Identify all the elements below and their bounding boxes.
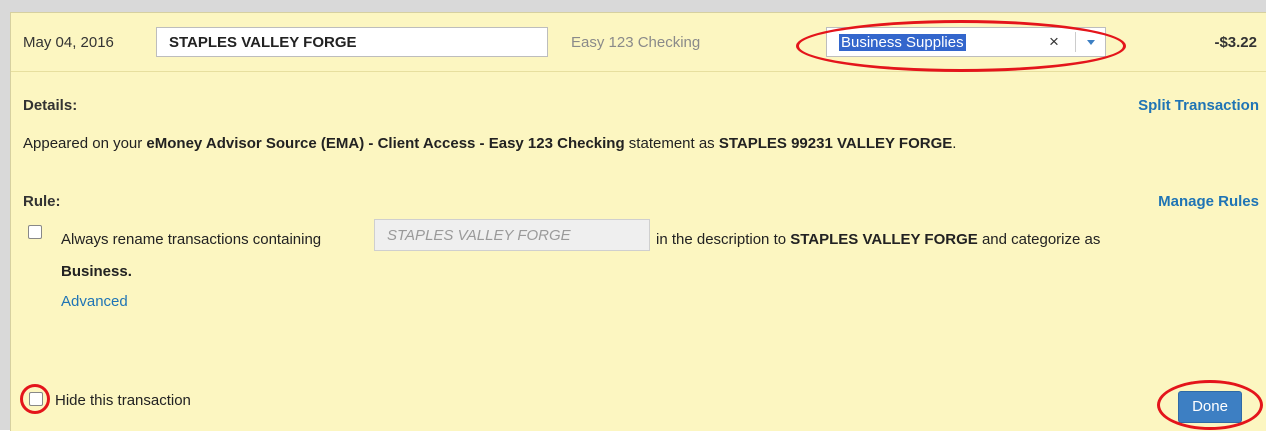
transaction-date: May 04, 2016 bbox=[23, 34, 114, 51]
account-name: Easy 123 Checking bbox=[571, 34, 701, 51]
rename-rule-checkbox[interactable] bbox=[28, 225, 42, 239]
close-icon[interactable]: × bbox=[1049, 32, 1059, 52]
transaction-header-row: May 04, 2016 Easy 123 Checking Business … bbox=[11, 13, 1266, 72]
category-select[interactable]: Business Supplies × bbox=[826, 27, 1106, 57]
screenshot-frame: May 04, 2016 Easy 123 Checking Business … bbox=[0, 0, 1266, 431]
rule-category-name: Business bbox=[61, 263, 128, 280]
details-text-suffix: . bbox=[952, 135, 957, 152]
rule-category-suffix: . bbox=[127, 263, 132, 280]
rule-match-input[interactable] bbox=[374, 219, 650, 251]
advanced-link[interactable]: Advanced bbox=[61, 293, 128, 310]
rule-heading: Rule: bbox=[23, 193, 61, 210]
details-statement-name: STAPLES 99231 VALLEY FORGE bbox=[718, 135, 953, 152]
rule-text-after-1: in the description to bbox=[656, 231, 791, 248]
transaction-editor-panel: May 04, 2016 Easy 123 Checking Business … bbox=[10, 12, 1266, 431]
split-transaction-link[interactable]: Split Transaction bbox=[1138, 97, 1259, 114]
rule-text-after: in the description to STAPLES VALLEY FOR… bbox=[656, 231, 1100, 248]
details-description: Appeared on your eMoney Advisor Source (… bbox=[23, 135, 956, 152]
transaction-name-input[interactable] bbox=[156, 27, 548, 57]
category-selected-value: Business Supplies bbox=[839, 34, 966, 51]
done-button[interactable]: Done bbox=[1178, 391, 1242, 423]
details-heading: Details: bbox=[23, 97, 78, 114]
rule-text-before: Always rename transactions containing bbox=[61, 231, 322, 248]
hide-transaction-checkbox[interactable] bbox=[29, 392, 43, 406]
manage-rules-link[interactable]: Manage Rules bbox=[1158, 193, 1259, 210]
chevron-down-icon[interactable] bbox=[1083, 31, 1099, 53]
hide-transaction-label: Hide this transaction bbox=[55, 392, 191, 409]
details-text-prefix: Appeared on your bbox=[23, 135, 147, 152]
transaction-amount: -$3.22 bbox=[1214, 34, 1257, 51]
rule-text-after-2: and categorize as bbox=[977, 231, 1101, 248]
rule-rename-to: STAPLES VALLEY FORGE bbox=[790, 231, 978, 248]
details-text-middle: statement as bbox=[624, 135, 719, 152]
category-divider bbox=[1075, 32, 1076, 52]
details-source: eMoney Advisor Source (EMA) - Client Acc… bbox=[146, 135, 625, 152]
rule-category: Business. bbox=[61, 263, 132, 280]
